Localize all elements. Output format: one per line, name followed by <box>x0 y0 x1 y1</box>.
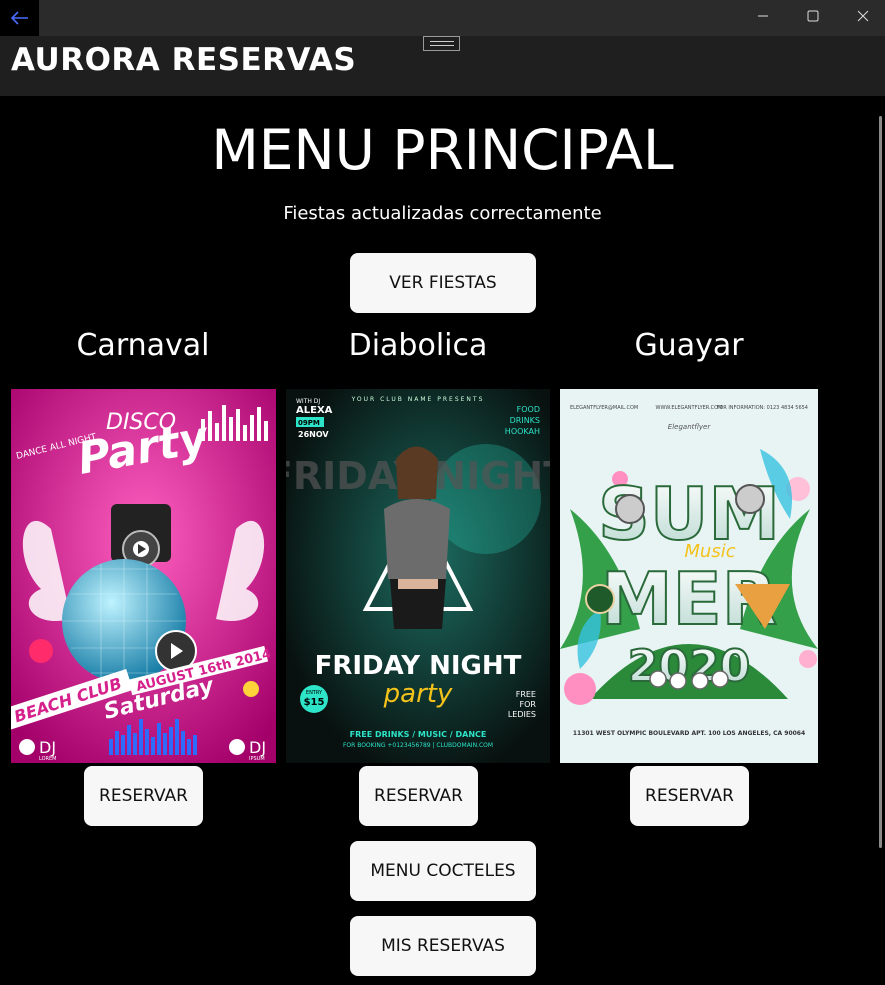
poster2-with-dj: WITH DJ <box>296 398 320 405</box>
poster-guayar[interactable]: WWW.ELEGANTFLYER.COM ELEGANTFLYER@MAIL.C… <box>560 389 818 763</box>
close-icon <box>857 10 869 22</box>
status-message: Fiestas actualizadas correctamente <box>283 203 602 224</box>
poster2-free1: FREE <box>516 690 536 699</box>
poster1-dj1: LOREM <box>39 756 57 762</box>
poster3-info: FOR INFORMATION: 0123 4834 5654 <box>716 405 808 411</box>
poster3-address: 11301 WEST OLYMPIC BOULEVARD APT. 100 LO… <box>573 730 805 737</box>
poster2-club: YOUR CLUB NAME PRESENTS <box>351 396 485 403</box>
party-name-carnaval: Carnaval <box>76 328 210 363</box>
minimize-icon <box>758 15 768 17</box>
back-button[interactable] <box>0 0 39 36</box>
poster2-price: $15 <box>304 697 325 708</box>
poster-diabolica[interactable]: YOUR CLUB NAME PRESENTS WITH DJ ALEXA 09… <box>286 389 550 763</box>
poster3-site: WWW.ELEGANTFLYER.COM <box>656 405 723 411</box>
poster2-hookah: HOOKAH <box>505 427 540 436</box>
poster1-dj2: IPSUM <box>249 756 265 762</box>
drag-handle[interactable] <box>423 36 460 51</box>
poster2-main-title: FRIDAY NIGHT <box>315 651 522 681</box>
arrow-left-icon <box>10 11 28 25</box>
poster3-brand: Elegantflyer <box>668 423 712 431</box>
poster-carnaval[interactable]: DANCE ALL NIGHT DISCO Party AUGUST 16th … <box>11 389 276 763</box>
vertical-scrollbar[interactable] <box>879 116 882 848</box>
poster2-offer: FREE DRINKS / MUSIC / DANCE <box>350 730 487 739</box>
app-title: AURORA RESERVAS <box>11 42 357 78</box>
poster2-drinks: DRINKS <box>510 416 540 425</box>
reserve-button-diabolica[interactable]: RESERVAR <box>359 766 478 826</box>
poster3-email: ELEGANTFLYER@MAIL.COM <box>570 405 638 411</box>
minimize-button[interactable] <box>738 0 788 32</box>
maximize-icon <box>807 10 819 22</box>
poster2-date: 26NOV <box>298 430 329 439</box>
reserve-button-carnaval[interactable]: RESERVAR <box>84 766 203 826</box>
page-title: MENU PRINCIPAL <box>211 118 674 182</box>
app-header: AURORA RESERVAS <box>0 36 885 96</box>
poster2-dj-name: ALEXA <box>296 405 333 416</box>
party-name-guayar: Guayar <box>634 328 744 363</box>
close-button[interactable] <box>838 0 885 32</box>
window-title-bar <box>0 0 885 36</box>
poster1-dj-left: DJ <box>39 738 56 757</box>
reserve-button-guayar[interactable]: RESERVAR <box>630 766 749 826</box>
poster3-year: 2020 <box>628 641 750 692</box>
maximize-button[interactable] <box>788 0 838 32</box>
poster2-free3: LEDIES <box>508 710 536 719</box>
poster2-entry: ENTRY <box>306 690 323 696</box>
poster2-time: 09PM <box>298 419 320 427</box>
poster2-food: FOOD <box>517 405 540 414</box>
menu-cocteles-button[interactable]: MENU COCTELES <box>350 841 536 901</box>
poster1-dj-right: DJ <box>249 738 266 757</box>
poster2-booking: FOR BOOKING +0123456789 | CLUBDOMAIN.COM <box>343 742 493 749</box>
ver-fiestas-button[interactable]: VER FIESTAS <box>350 253 536 313</box>
poster2-script: party <box>383 679 453 709</box>
poster2-free2: FOR <box>520 700 537 709</box>
mis-reservas-button[interactable]: MIS RESERVAS <box>350 916 536 976</box>
party-name-diabolica: Diabolica <box>348 328 488 363</box>
